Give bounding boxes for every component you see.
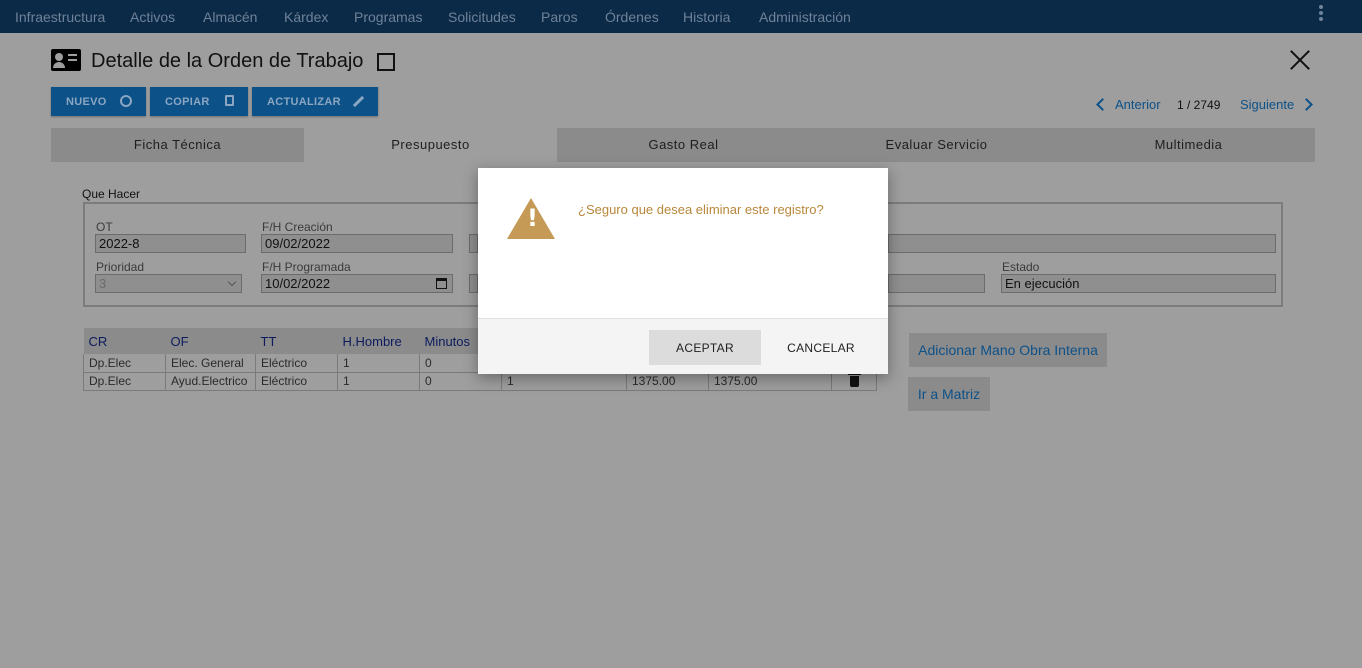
- nav-item-kardex[interactable]: Kárdex: [284, 9, 328, 25]
- cell-6: 1: [501, 372, 627, 391]
- nav-item-almacen[interactable]: Almacén: [203, 9, 257, 25]
- actualizar-button[interactable]: ACTUALIZAR: [252, 87, 378, 116]
- go-to-matrix-button[interactable]: Ir a Matriz: [908, 377, 990, 411]
- trash-icon[interactable]: [847, 373, 861, 387]
- nav-item-historia[interactable]: Historia: [683, 9, 730, 25]
- cell-min: 0: [419, 372, 502, 391]
- table-row[interactable]: Dp.Elec Ayud.Electrico Eléctrico 1 0 1 1…: [83, 372, 877, 391]
- tab-evaluar-servicio[interactable]: Evaluar Servicio: [810, 128, 1063, 162]
- hidden-field-3[interactable]: [469, 274, 478, 293]
- cell-of: Elec. General: [165, 354, 256, 373]
- calendar-icon[interactable]: [436, 278, 447, 289]
- fh-creacion-label: F/H Creación: [262, 220, 333, 234]
- prioridad-label: Prioridad: [96, 260, 145, 274]
- hidden-field-1[interactable]: [469, 234, 478, 253]
- nuevo-button[interactable]: NUEVO: [51, 87, 146, 116]
- cancel-button[interactable]: CANCELAR: [781, 330, 861, 365]
- id-card-icon: [51, 49, 81, 71]
- cell-tt: Eléctrico: [255, 372, 338, 391]
- nav-item-infraestructura[interactable]: Infraestructura: [15, 9, 105, 25]
- cell-cr: Dp.Elec: [83, 372, 166, 391]
- close-icon[interactable]: [1289, 49, 1311, 71]
- copy-icon: [225, 95, 234, 106]
- confirm-message: ¿Seguro que desea eliminar este registro…: [578, 202, 824, 217]
- fh-creacion-field[interactable]: 09/02/2022: [261, 234, 453, 253]
- tab-presupuesto[interactable]: Presupuesto: [304, 128, 557, 162]
- prioridad-select[interactable]: 3: [95, 274, 242, 293]
- title-checkbox[interactable]: [377, 53, 395, 71]
- chevron-down-icon: [227, 277, 237, 287]
- record-count: 1 / 2749: [1177, 98, 1221, 112]
- cell-actions: [831, 372, 877, 391]
- cell-of: Ayud.Electrico: [165, 372, 256, 391]
- cell-7: 1375.00: [626, 372, 709, 391]
- add-circle-icon: [120, 95, 132, 107]
- hidden-field-4[interactable]: [888, 274, 985, 293]
- warning-icon: [507, 198, 555, 239]
- fh-programada-field[interactable]: 10/02/2022: [261, 274, 453, 293]
- confirm-dialog: ¿Seguro que desea eliminar este registro…: [478, 168, 888, 374]
- add-internal-labor-button[interactable]: Adicionar Mano Obra Interna: [909, 333, 1107, 367]
- page-title: Detalle de la Orden de Trabajo: [91, 50, 364, 72]
- tab-ficha-tecnica[interactable]: Ficha Técnica: [51, 128, 304, 162]
- estado-field[interactable]: En ejecución: [1001, 274, 1276, 293]
- nav-item-solicitudes[interactable]: Solicitudes: [448, 9, 516, 25]
- prev-link[interactable]: Anterior: [1115, 97, 1161, 112]
- col-tt: TT: [255, 328, 338, 354]
- next-link[interactable]: Siguiente: [1240, 97, 1294, 112]
- cell-hh: 1: [337, 354, 420, 373]
- ot-field[interactable]: 2022-8: [95, 234, 246, 253]
- cell-hh: 1: [337, 372, 420, 391]
- tab-multimedia[interactable]: Multimedia: [1062, 128, 1315, 162]
- nav-item-programas[interactable]: Programas: [354, 9, 422, 25]
- cell-8: 1375.00: [708, 372, 832, 391]
- dialog-footer: ACEPTAR CANCELAR: [478, 318, 888, 374]
- actualizar-label: ACTUALIZAR: [267, 95, 341, 108]
- hidden-field-2[interactable]: [888, 234, 1276, 253]
- tab-gasto-real[interactable]: Gasto Real: [557, 128, 810, 162]
- accept-button[interactable]: ACEPTAR: [649, 330, 761, 365]
- fh-programada-value: 10/02/2022: [265, 276, 331, 291]
- more-menu-icon[interactable]: [1318, 5, 1324, 23]
- cell-tt: Eléctrico: [255, 354, 338, 373]
- copiar-button[interactable]: COPIAR: [150, 87, 248, 116]
- ot-label: OT: [96, 220, 113, 234]
- nav-item-activos[interactable]: Activos: [130, 9, 175, 25]
- nav-item-paros[interactable]: Paros: [541, 9, 578, 25]
- copiar-label: COPIAR: [165, 95, 210, 108]
- top-nav: Infraestructura Activos Almacén Kárdex P…: [0, 0, 1362, 33]
- pencil-icon: [352, 95, 365, 108]
- col-cr: CR: [83, 328, 166, 354]
- nav-item-administracion[interactable]: Administración: [759, 9, 851, 25]
- estado-label: Estado: [1002, 260, 1040, 274]
- col-of: OF: [165, 328, 256, 354]
- col-hhombre: H.Hombre: [337, 328, 420, 354]
- fieldset-legend: Que Hacer: [82, 187, 141, 201]
- nav-item-ordenes[interactable]: Órdenes: [605, 9, 659, 25]
- nuevo-label: NUEVO: [66, 95, 107, 108]
- fh-programada-label: F/H Programada: [262, 260, 351, 274]
- tab-bar: Ficha Técnica Presupuesto Gasto Real Eva…: [51, 128, 1315, 162]
- prioridad-value: 3: [99, 276, 107, 291]
- cell-cr: Dp.Elec: [83, 354, 166, 373]
